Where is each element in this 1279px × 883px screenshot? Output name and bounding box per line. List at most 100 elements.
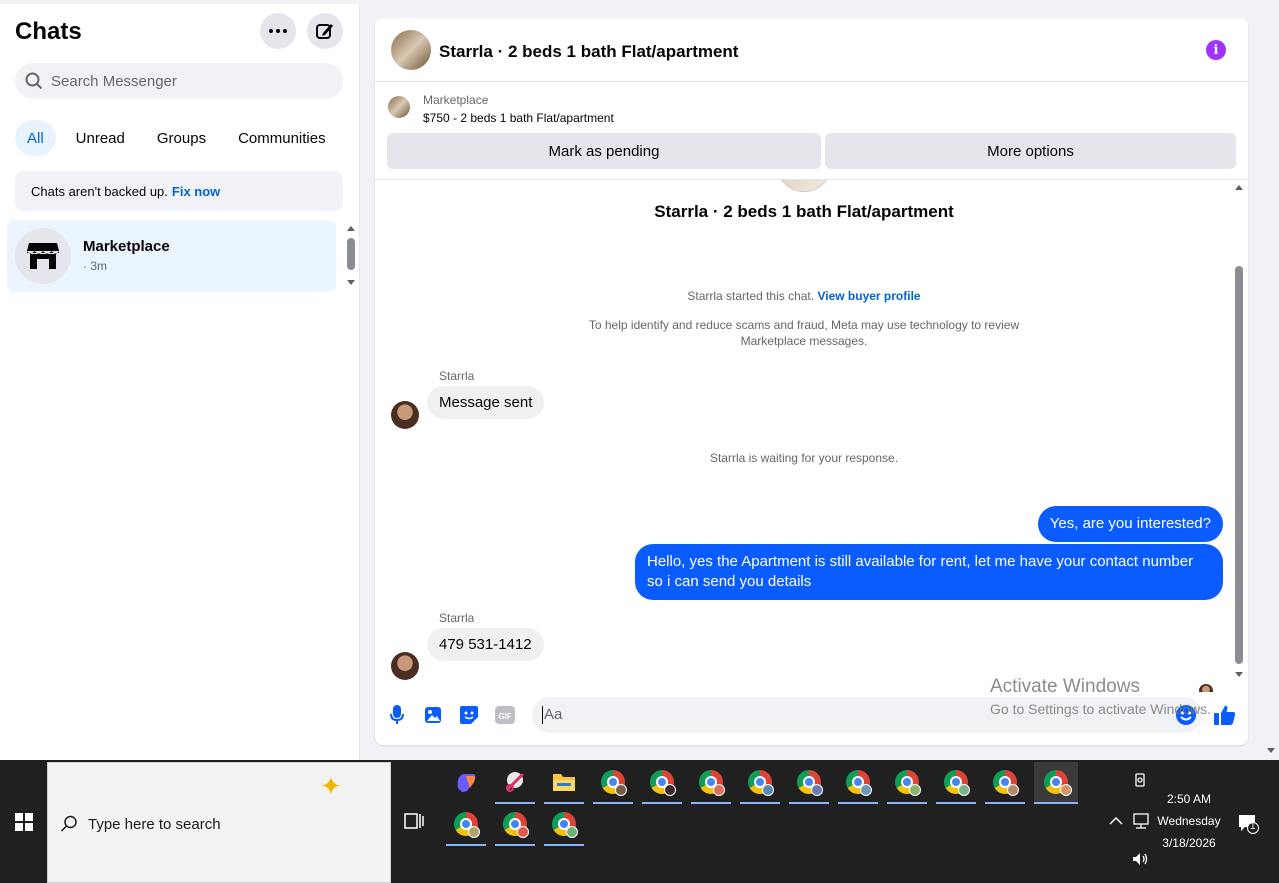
- taskbar-search-box[interactable]: Type here to search ✦: [47, 762, 391, 883]
- scroll-down-icon: [1235, 672, 1243, 677]
- taskbar-search-placeholder: Type here to search: [88, 816, 221, 833]
- filter-unread[interactable]: Unread: [64, 120, 137, 156]
- outgoing-line-2: so i can send you details: [647, 573, 812, 590]
- outgoing-message[interactable]: Yes, are you interested?: [1037, 506, 1223, 542]
- sparkle-icon: ✦: [320, 771, 342, 801]
- outgoing-message[interactable]: Hello, yes the Apartment is still availa…: [635, 544, 1223, 600]
- filter-all[interactable]: All: [15, 120, 56, 156]
- copilot-app-icon[interactable]: [446, 762, 486, 802]
- clock-day[interactable]: Wednesday: [1150, 814, 1228, 828]
- more-options-listing-button[interactable]: More options: [825, 133, 1236, 169]
- chrome-window-icon[interactable]: [936, 762, 976, 804]
- conversation-header: Starrla · 2 beds 1 bath Flat/apartment i: [375, 18, 1248, 82]
- message-placeholder: Aa: [544, 706, 563, 723]
- sticker-icon[interactable]: [458, 704, 480, 726]
- like-icon[interactable]: [1214, 704, 1236, 726]
- gif-icon[interactable]: GIF: [494, 704, 516, 726]
- mark-as-pending-button[interactable]: Mark as pending: [387, 133, 821, 169]
- view-buyer-profile-link[interactable]: View buyer profile: [817, 289, 920, 303]
- chat-item-marketplace[interactable]: Marketplace · 3m: [7, 220, 336, 292]
- clock-time[interactable]: 2:50 AM: [1150, 792, 1228, 806]
- search-icon: [25, 72, 43, 90]
- more-options-button[interactable]: [260, 13, 296, 49]
- task-view-icon[interactable]: [404, 812, 424, 835]
- sender-name: Starrla: [439, 369, 475, 383]
- text-caret: [542, 706, 543, 724]
- messenger-window: Chats Search Messenger All Unread Groups…: [0, 0, 1279, 760]
- filter-communities[interactable]: Communities: [226, 120, 338, 156]
- windows-logo-icon: [14, 812, 33, 831]
- chat-heading: Starrla · 2 beds 1 bath Flat/apartment: [654, 202, 954, 221]
- message-list: Starrla · 2 beds 1 bath Flat/apartment S…: [375, 180, 1248, 692]
- search-placeholder: Search Messenger: [51, 72, 177, 90]
- sender-avatar[interactable]: [391, 401, 419, 429]
- filter-groups[interactable]: Groups: [145, 120, 218, 156]
- show-hidden-icons-icon[interactable]: [1109, 815, 1123, 829]
- listing-avatar: [776, 180, 832, 192]
- safety-notice: To help identify and reduce scams and fr…: [375, 317, 1233, 349]
- watermark-subtitle: Go to Settings to activate Windows.: [990, 701, 1211, 717]
- more-dots-icon: [269, 29, 287, 33]
- chat-filters: All Unread Groups Communities: [15, 120, 338, 156]
- chrome-window-icon[interactable]: [838, 762, 878, 804]
- sidebar-title: Chats: [15, 18, 82, 45]
- waiting-notice: Starrla is waiting for your response.: [709, 451, 899, 465]
- listing-small-thumbnail: [388, 96, 410, 118]
- sidebar-scrollbar[interactable]: [345, 224, 357, 290]
- chrome-window-icon[interactable]: [740, 762, 780, 804]
- chat-started-notice: Starrla started this chat. View buyer pr…: [375, 288, 1233, 304]
- chrome-window-icon[interactable]: [593, 762, 633, 804]
- search-icon: [60, 815, 77, 832]
- photo-icon[interactable]: [422, 704, 444, 726]
- chrome-window-icon[interactable]: [446, 804, 486, 846]
- scroll-down-icon: [347, 280, 355, 285]
- listing-thumbnail[interactable]: [391, 30, 431, 70]
- start-button[interactable]: [0, 760, 47, 883]
- notification-center-icon[interactable]: 1: [1237, 813, 1259, 838]
- file-explorer-icon[interactable]: [544, 762, 584, 804]
- chrome-window-icon-active[interactable]: [1034, 762, 1078, 804]
- storefront-icon: [27, 243, 59, 269]
- chrome-window-icon[interactable]: [642, 762, 682, 804]
- search-input[interactable]: Search Messenger: [15, 63, 343, 99]
- chat-time: · 3m: [83, 259, 107, 273]
- meet-now-icon[interactable]: [1133, 772, 1149, 791]
- outgoing-line-1: Hello, yes the Apartment is still availa…: [647, 553, 1194, 570]
- marketplace-avatar: [15, 228, 71, 284]
- chrome-window-icon[interactable]: [495, 804, 535, 846]
- conversation-title[interactable]: Starrla · 2 beds 1 bath Flat/apartment: [439, 42, 738, 62]
- snipping-tool-icon[interactable]: [495, 762, 535, 804]
- chrome-window-icon[interactable]: [691, 762, 731, 804]
- sender-name: Starrla: [439, 611, 475, 625]
- network-icon[interactable]: [1132, 813, 1150, 832]
- chrome-window-icon[interactable]: [544, 804, 584, 846]
- scrollbar-thumb[interactable]: [1235, 266, 1243, 664]
- chrome-window-icon[interactable]: [887, 762, 927, 804]
- volume-icon[interactable]: [1132, 852, 1150, 869]
- microphone-icon[interactable]: [386, 704, 408, 726]
- page-scroll-down-icon[interactable]: [1267, 748, 1275, 753]
- chrome-window-icon[interactable]: [985, 762, 1025, 804]
- scrollbar-thumb[interactable]: [347, 238, 355, 270]
- conversation-scrollbar[interactable]: [1232, 180, 1246, 692]
- windows-taskbar: Type here to search ✦ 2:50 AM Wednesday: [0, 760, 1279, 883]
- chrome-window-icon[interactable]: [789, 762, 829, 804]
- chat-name: Marketplace: [83, 238, 170, 255]
- marketplace-label: Marketplace: [423, 93, 489, 107]
- scroll-up-icon: [1235, 185, 1243, 190]
- info-icon[interactable]: i: [1206, 40, 1226, 60]
- clock-date[interactable]: 3/18/2026: [1150, 836, 1228, 850]
- notification-count: 1: [1250, 821, 1256, 832]
- incoming-message[interactable]: Message sent: [427, 386, 545, 419]
- incoming-message[interactable]: 479 531-1412: [427, 628, 544, 661]
- scroll-up-icon: [347, 226, 355, 231]
- listing-price[interactable]: $750 - 2 beds 1 bath Flat/apartment: [423, 111, 614, 125]
- chat-sidebar: Chats Search Messenger All Unread Groups…: [0, 4, 360, 760]
- conversation-panel: Starrla · 2 beds 1 bath Flat/apartment i…: [375, 18, 1248, 745]
- backup-text: Chats aren't backed up.: [31, 183, 168, 199]
- sender-avatar[interactable]: [391, 652, 419, 680]
- started-text: Starrla started this chat.: [687, 289, 815, 303]
- new-message-button[interactable]: [307, 13, 343, 49]
- safety-line-1: To help identify and reduce scams and fr…: [588, 318, 1020, 332]
- fix-now-link[interactable]: Fix now: [172, 184, 220, 199]
